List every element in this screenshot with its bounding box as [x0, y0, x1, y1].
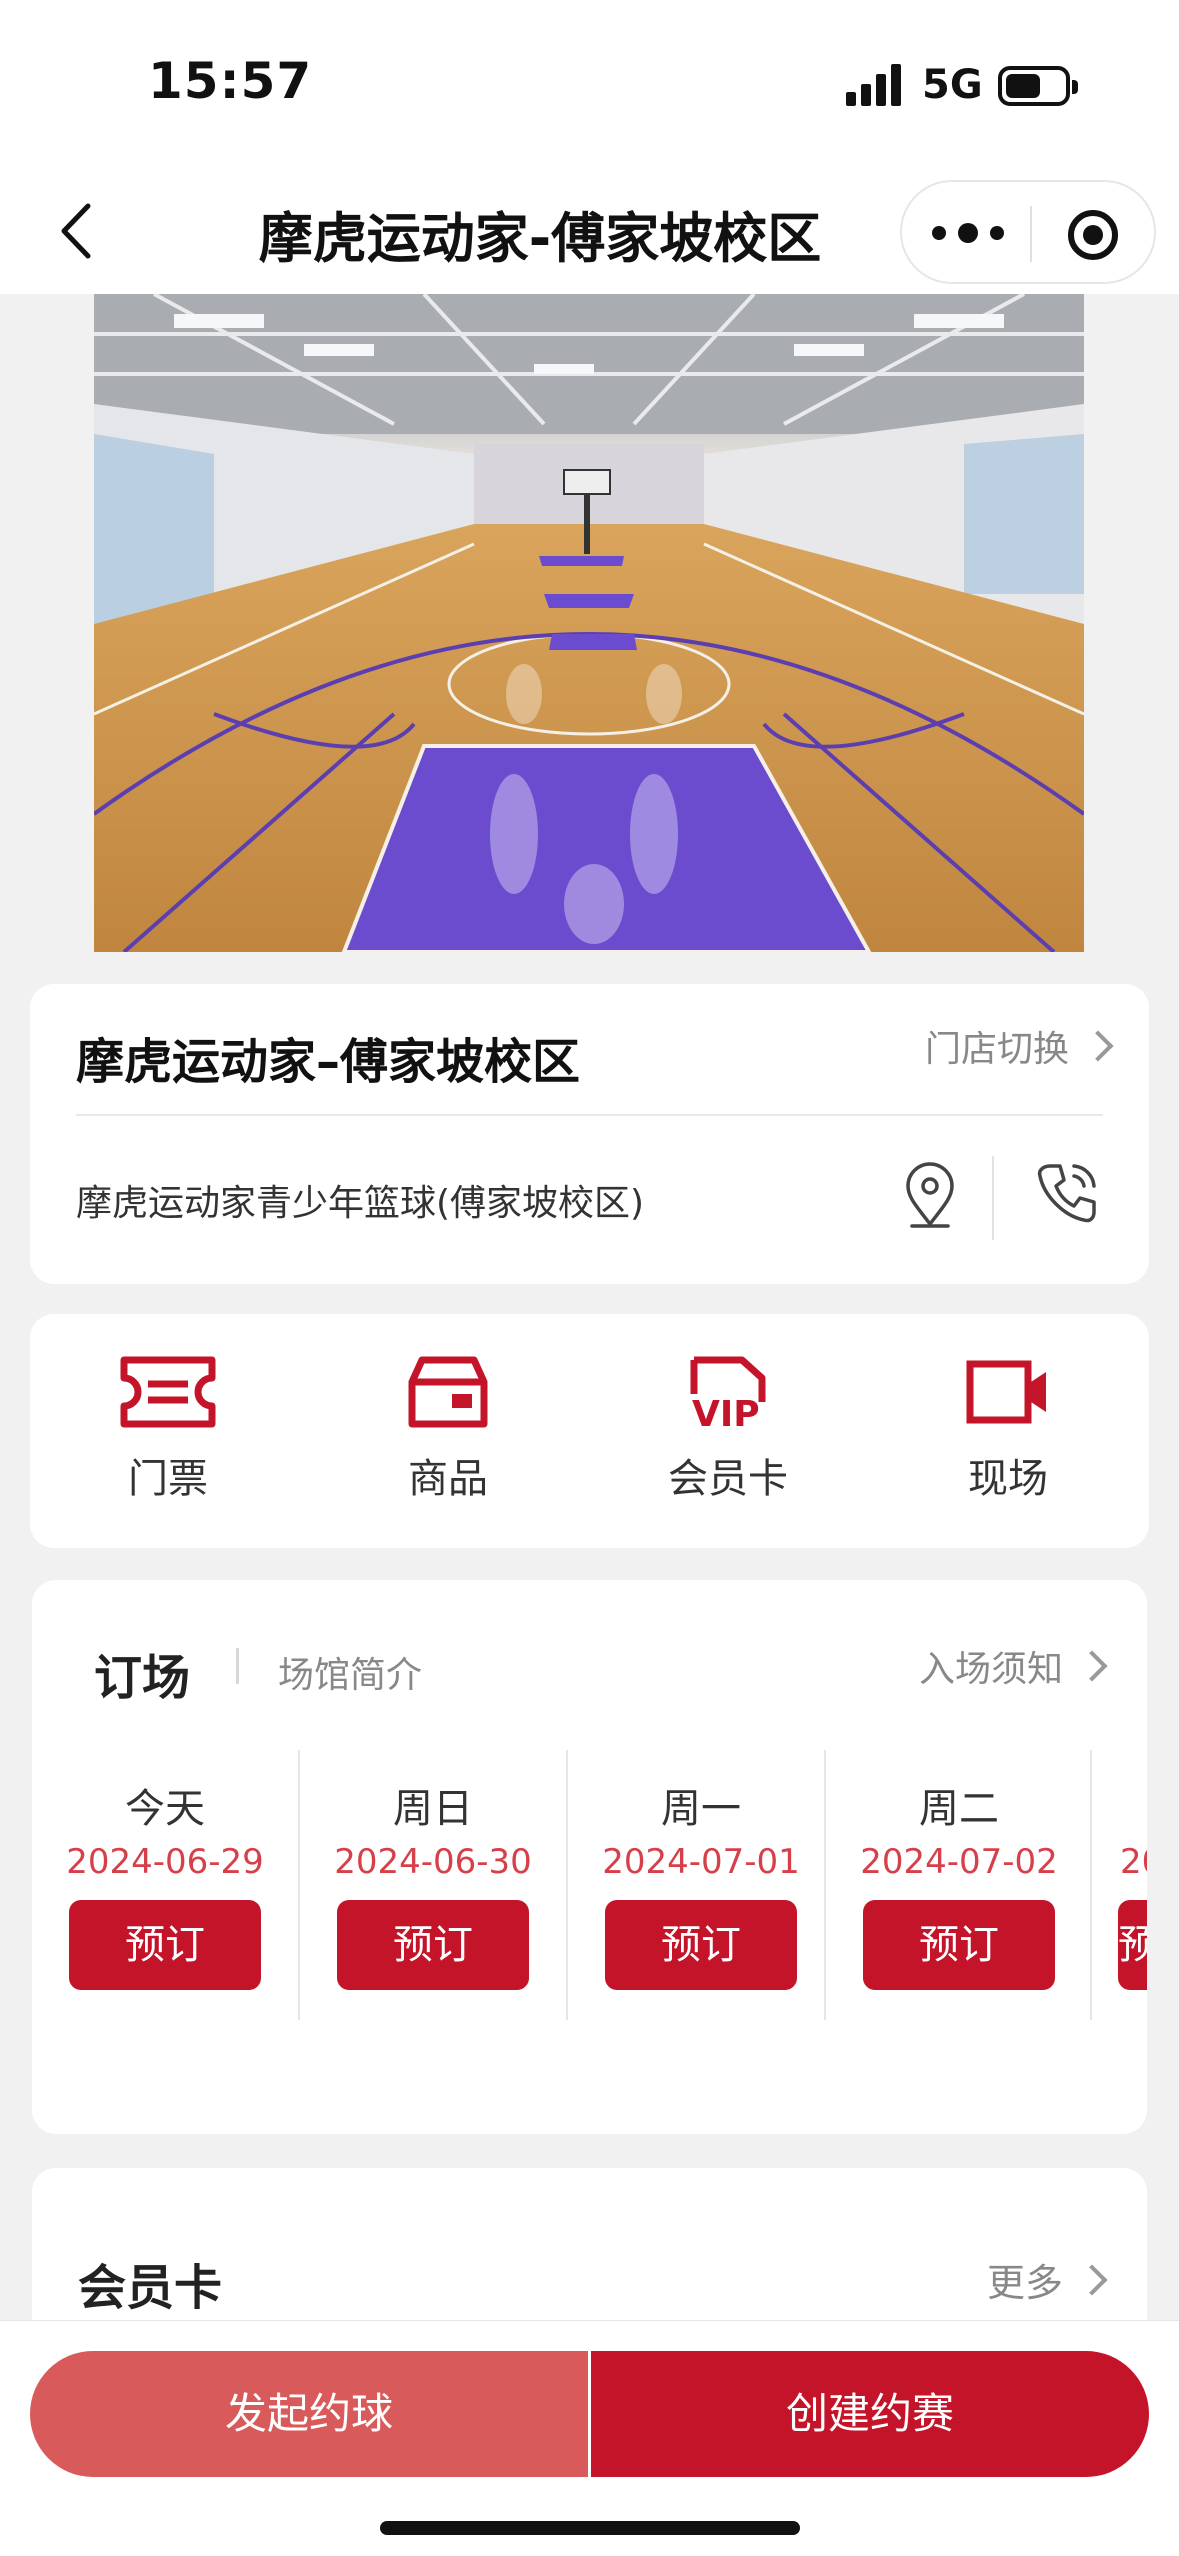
page-title: 摩虎运动家-傅家坡校区: [258, 207, 822, 270]
store-name: 摩虎运动家–傅家坡校区: [76, 1034, 581, 1090]
phone-icon[interactable]: [1034, 1160, 1100, 1226]
date-column: 周二 2024-07-02 预订: [826, 1750, 1092, 2022]
book-button[interactable]: 预订: [863, 1900, 1055, 1990]
weekday-label: 周日: [393, 1786, 473, 1832]
vip-card-entry[interactable]: VIP 会员卡: [628, 1354, 828, 1504]
chevron-right-icon: [1076, 2263, 1108, 2296]
date-column: 周日 2024-06-30 预订: [300, 1750, 566, 2022]
book-button[interactable]: 预订: [69, 1900, 261, 1990]
switch-store-label: 门店切换: [924, 1029, 1069, 1070]
book-button[interactable]: 预订: [337, 1900, 529, 1990]
box-icon: [408, 1356, 488, 1428]
date-column: 今天 2024-06-29 预订: [32, 1750, 298, 2022]
switch-store-link[interactable]: 门店切换: [924, 1020, 1114, 1072]
tickets-label: 门票: [128, 1456, 208, 1502]
date-label: 2024-07-02: [860, 1842, 1058, 1882]
location-pin-icon[interactable]: [898, 1160, 962, 1230]
more-label: 更多: [986, 2261, 1063, 2305]
chevron-left-icon: [61, 203, 91, 259]
divider: [76, 1114, 1103, 1116]
book-button[interactable]: 预订: [1118, 1900, 1147, 1990]
miniprogram-capsule: [900, 180, 1156, 284]
section-title: 会员卡: [78, 2260, 223, 2316]
entry-notice-label: 入场须知: [918, 1649, 1063, 1690]
venue-photo: [94, 294, 1084, 952]
live-label: 现场: [968, 1456, 1048, 1502]
start-game-button[interactable]: 发起约球: [30, 2351, 588, 2477]
chevron-right-icon: [1076, 1650, 1108, 1682]
vip-card-label: 会员卡: [668, 1456, 788, 1502]
navigation-bar: 摩虎运动家-傅家坡校区: [0, 170, 1179, 294]
date-column: 周三 2024-07-03 预订: [1092, 1750, 1147, 2022]
weekday-label: 周一: [661, 1786, 741, 1832]
tab-venue-intro[interactable]: 场馆简介: [278, 1646, 422, 1698]
entry-notice-link[interactable]: 入场须知: [918, 1640, 1108, 1692]
book-button[interactable]: 预订: [605, 1900, 797, 1990]
live-entry[interactable]: 现场: [908, 1354, 1108, 1504]
date-label: 2024-07-03: [1120, 1842, 1147, 1882]
chevron-right-icon: [1082, 1030, 1114, 1062]
battery-icon: [998, 66, 1078, 106]
bottom-action-bar: 发起约球 创建约赛: [0, 2320, 1179, 2556]
more-link[interactable]: 更多: [986, 2252, 1108, 2307]
date-column: 周一 2024-07-01 预订: [568, 1750, 834, 2022]
status-time: 15:57: [148, 52, 313, 110]
network-label: 5G: [922, 62, 983, 108]
weekday-label: 今天: [125, 1786, 205, 1832]
ticket-icon: [120, 1356, 216, 1428]
signal-icon: [846, 64, 904, 106]
date-label: 2024-07-01: [602, 1842, 800, 1882]
booking-card: 订场 场馆简介 入场须知 今天 2024-06-29 预订 周日 2024-06…: [32, 1580, 1147, 2134]
weekday-label: 周二: [919, 1786, 999, 1832]
tab-booking[interactable]: 订场: [94, 1638, 190, 1708]
create-match-button[interactable]: 创建约赛: [591, 2351, 1149, 2477]
status-bar: 15:57 5G: [0, 0, 1179, 170]
goods-entry[interactable]: 商品: [348, 1354, 548, 1504]
store-address: 摩虎运动家青少年篮球(傅家坡校区): [76, 1183, 645, 1224]
divider: [236, 1648, 239, 1684]
more-menu-icon[interactable]: [932, 218, 1010, 248]
svg-text:VIP: VIP: [692, 1394, 760, 1430]
home-indicator: [380, 2521, 800, 2535]
divider: [992, 1156, 994, 1240]
close-miniprogram-icon[interactable]: [1068, 210, 1118, 260]
store-info-card: 摩虎运动家–傅家坡校区 门店切换 摩虎运动家青少年篮球(傅家坡校区): [30, 984, 1149, 1284]
video-icon: [966, 1360, 1046, 1424]
date-label: 2024-06-29: [66, 1842, 264, 1882]
vip-icon: VIP: [690, 1356, 766, 1430]
date-selector: 今天 2024-06-29 预订 周日 2024-06-30 预订 周一 202…: [32, 1750, 1147, 2022]
tickets-entry[interactable]: 门票: [68, 1354, 268, 1504]
date-label: 2024-06-30: [334, 1842, 532, 1882]
function-menu: 门票 商品 VIP 会员卡 现场: [30, 1314, 1149, 1548]
back-button[interactable]: [44, 196, 114, 266]
goods-label: 商品: [408, 1456, 488, 1502]
